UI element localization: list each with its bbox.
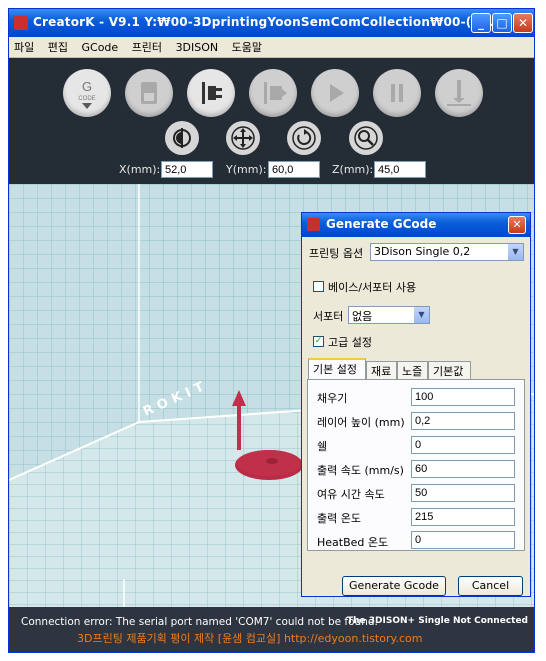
3d-viewport[interactable]: ROKIT Generate GCode ✕ 프린팅 옵션 3Dison Sin… bbox=[9, 184, 534, 607]
x-coord-input[interactable] bbox=[161, 161, 213, 178]
sd-card-icon bbox=[141, 82, 157, 104]
menu-file[interactable]: 파일 bbox=[9, 37, 39, 55]
menu-help[interactable]: 도움말 bbox=[227, 37, 267, 55]
field-label-layer-height: 레이어 높이 (mm) bbox=[317, 416, 405, 429]
move-button[interactable] bbox=[226, 121, 260, 155]
generate-gcode-button[interactable]: G CODE bbox=[63, 69, 111, 117]
heatbed-temperature-input[interactable] bbox=[411, 531, 515, 549]
menu-gcode[interactable]: GCode bbox=[77, 39, 124, 54]
creatork-window: CreatorK - V9.1 Y:₩00-3DprintingYoonSemC… bbox=[8, 8, 535, 653]
connect-plug-icon bbox=[202, 82, 222, 104]
window-title: CreatorK - V9.1 Y:₩00-3DprintingYoonSemC… bbox=[33, 15, 503, 29]
menu-bar: 파일 편집 GCode 프린터 3DISON 도움말 bbox=[9, 37, 534, 58]
support-select[interactable]: 없음 ▼ bbox=[348, 306, 430, 324]
y-coord-label: Y(mm): bbox=[226, 163, 267, 176]
close-button[interactable]: ✕ bbox=[513, 13, 533, 33]
basic-settings-panel: 채우기 레이어 높이 (mm) 쉘 출력 속도 (mm/s) 여유 시간 속도 … bbox=[307, 379, 525, 551]
dialog-title-bar[interactable]: Generate GCode ✕ bbox=[302, 213, 530, 237]
toolbar: G CODE X(mm): 52,0 Y(mm): 60,0 Z(mm): 45… bbox=[9, 58, 534, 184]
x-coord-label: X(mm): bbox=[119, 163, 161, 176]
app-icon bbox=[14, 16, 28, 30]
dialog-title: Generate GCode bbox=[326, 217, 437, 231]
z-coord-label: Z(mm): bbox=[332, 163, 374, 176]
layer-height-input[interactable] bbox=[411, 412, 515, 430]
connection-error-message: Connection error: The serial port named … bbox=[21, 616, 378, 628]
y-coord-input[interactable] bbox=[268, 161, 320, 178]
nozzle-icon bbox=[447, 80, 471, 106]
svg-text:G: G bbox=[82, 79, 92, 94]
tab-nozzle[interactable]: 노즐 bbox=[397, 361, 428, 379]
zoom-icon bbox=[354, 126, 378, 150]
generate-gcode-button-dialog[interactable]: Generate Gcode bbox=[342, 576, 446, 596]
watermark-text: 3D프린팅 제품기획 평이 제작 [윤샘 컴교실] http://edyoon.… bbox=[77, 632, 423, 645]
menu-3dison[interactable]: 3DISON bbox=[171, 39, 224, 54]
printer-connection-status: The 3DISON+ Single Not Connected bbox=[347, 616, 528, 626]
pause-icon bbox=[391, 84, 403, 102]
dialog-app-icon bbox=[307, 218, 320, 231]
dialog-close-button[interactable]: ✕ bbox=[508, 216, 526, 234]
play-button[interactable] bbox=[311, 69, 359, 117]
tab-defaults[interactable]: 기본값 bbox=[428, 361, 471, 379]
menu-printer[interactable]: 프린터 bbox=[127, 37, 167, 55]
pause-button[interactable] bbox=[373, 69, 421, 117]
move-icon bbox=[231, 126, 255, 150]
field-label-shell: 쉘 bbox=[317, 440, 328, 453]
travel-speed-input[interactable] bbox=[411, 484, 515, 502]
generate-gcode-dialog: Generate GCode ✕ 프린팅 옵션 3Dison Single 0,… bbox=[301, 212, 531, 597]
minimize-icon: _ bbox=[478, 16, 484, 30]
connect-button[interactable] bbox=[187, 69, 235, 117]
field-label-print-speed: 출력 속도 (mm/s) bbox=[317, 464, 404, 477]
menu-edit[interactable]: 편집 bbox=[43, 37, 73, 55]
transfer-button[interactable] bbox=[249, 69, 297, 117]
field-label-print-temperature: 출력 온도 bbox=[317, 512, 361, 525]
zoom-button[interactable] bbox=[349, 121, 383, 155]
support-label: 서포터 bbox=[313, 310, 344, 323]
svg-text:CODE: CODE bbox=[78, 96, 95, 102]
mirror-button[interactable] bbox=[165, 121, 199, 155]
base-support-checkbox[interactable] bbox=[313, 281, 324, 292]
sd-card-button[interactable] bbox=[125, 69, 173, 117]
transfer-icon bbox=[264, 82, 287, 104]
print-option-label: 프린팅 옵션 bbox=[309, 247, 364, 260]
gcode-icon: G CODE bbox=[78, 79, 96, 109]
field-label-heatbed-temperature: HeatBed 온도 bbox=[317, 536, 389, 549]
advanced-checkbox[interactable]: ✓ bbox=[313, 336, 324, 347]
field-label-travel-speed: 여유 시간 속도 bbox=[317, 488, 385, 501]
nozzle-button[interactable] bbox=[435, 69, 483, 117]
print-option-select[interactable]: 3Dison Single 0,2 ▼ bbox=[370, 243, 524, 261]
chevron-down-icon: ▼ bbox=[414, 307, 429, 323]
close-icon: ✕ bbox=[517, 16, 529, 30]
infill-input[interactable] bbox=[411, 388, 515, 406]
base-support-label: 베이스/서포터 사용 bbox=[328, 281, 417, 294]
cancel-button[interactable]: Cancel bbox=[458, 576, 523, 596]
tab-material[interactable]: 재료 bbox=[366, 361, 397, 379]
rotate-button[interactable] bbox=[287, 121, 321, 155]
print-speed-input[interactable] bbox=[411, 460, 515, 478]
chevron-down-icon: ▼ bbox=[508, 244, 523, 260]
mirror-icon bbox=[173, 128, 191, 148]
status-bar: Connection error: The serial port named … bbox=[9, 607, 534, 652]
support-value: 없음 bbox=[352, 310, 373, 323]
z-coord-input[interactable] bbox=[374, 161, 426, 178]
rotate-icon bbox=[292, 126, 316, 150]
play-icon bbox=[330, 84, 344, 102]
tab-basic-settings[interactable]: 기본 설정 bbox=[308, 358, 366, 380]
title-bar[interactable]: CreatorK - V9.1 Y:₩00-3DprintingYoonSemC… bbox=[9, 9, 534, 37]
print-temperature-input[interactable] bbox=[411, 508, 515, 526]
maximize-button[interactable]: □ bbox=[492, 13, 512, 33]
field-label-infill: 채우기 bbox=[317, 392, 348, 405]
shell-input[interactable] bbox=[411, 436, 515, 454]
maximize-icon: □ bbox=[496, 16, 508, 30]
print-option-value: 3Dison Single 0,2 bbox=[374, 245, 471, 258]
advanced-label: 고급 설정 bbox=[328, 336, 372, 349]
minimize-button[interactable]: _ bbox=[471, 13, 491, 33]
